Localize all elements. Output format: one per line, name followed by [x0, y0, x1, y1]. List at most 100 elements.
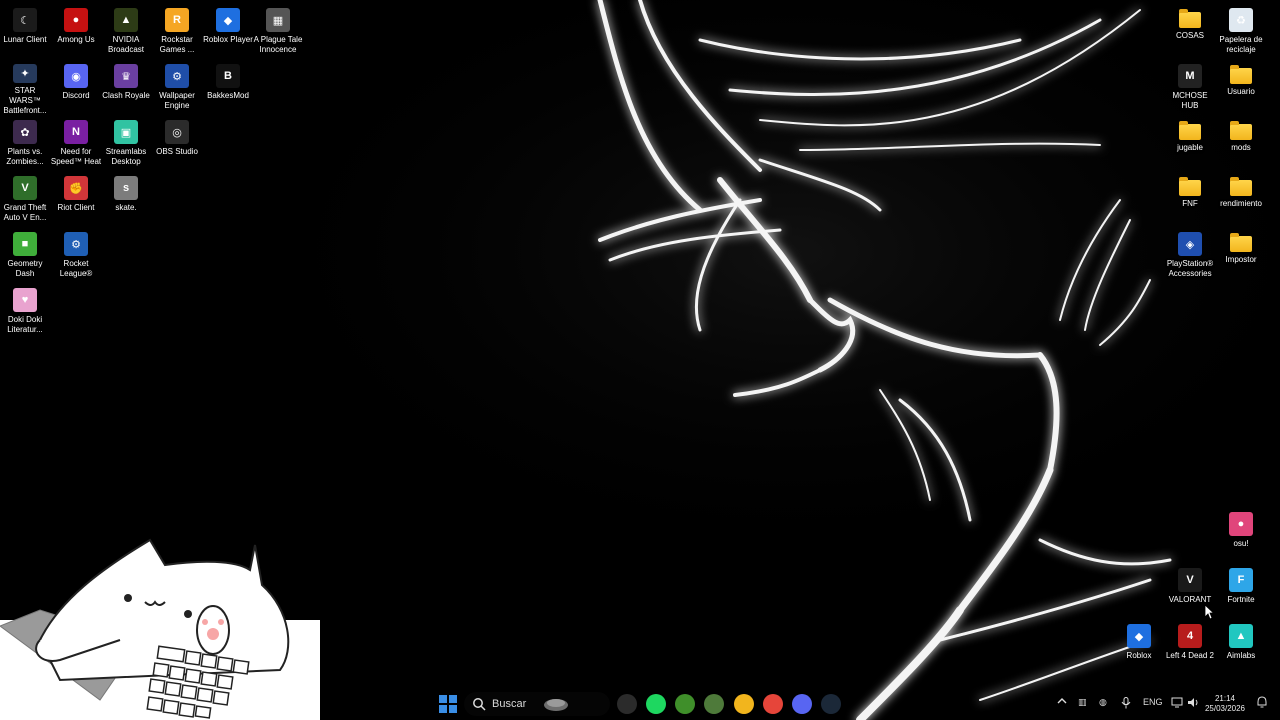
desktop-icon[interactable]: ▲ Aimlabs: [1216, 620, 1266, 676]
volume-icon[interactable]: [1187, 697, 1199, 710]
obs-studio-icon: ◎: [165, 120, 189, 144]
rocket-league-icon: ⚙: [64, 232, 88, 256]
desktop-icon[interactable]: ♥ Doki Doki Literatur...: [0, 284, 50, 340]
desktop-icon[interactable]: ♛ Clash Royale: [101, 60, 151, 116]
desktop-icon[interactable]: ▦ A Plague Tale Innocence: [253, 4, 303, 60]
desktop-icon[interactable]: ✊ Riot Client: [51, 172, 101, 228]
show-hidden-icons-chevron-icon[interactable]: [1057, 696, 1067, 708]
desktop-icon-label: mods: [1231, 143, 1251, 152]
desktop-icon-label: Plants vs. Zombies...: [6, 147, 44, 166]
desktop-icon[interactable]: rendimiento: [1216, 172, 1266, 228]
taskbar-search-box[interactable]: Buscar: [464, 692, 610, 716]
desktop-icon[interactable]: ◉ Discord: [51, 60, 101, 116]
desktop-icon[interactable]: F Fortnite: [1216, 564, 1266, 620]
skate-icon: s: [114, 176, 138, 200]
search-highlight-icon: [544, 699, 569, 711]
folder-icon: [1179, 177, 1201, 196]
desktop-icon-label: PlayStation® Accessories: [1166, 259, 1214, 278]
desktop-icon-label: Left 4 Dead 2: [1165, 651, 1215, 660]
riot-tray-icon[interactable]: ◍: [1099, 697, 1107, 708]
desktop-icon[interactable]: Usuario: [1216, 60, 1266, 116]
desktop-icon[interactable]: ♻ Papelera de reciclaje: [1216, 4, 1266, 60]
desktop-icon[interactable]: ✿ Plants vs. Zombies...: [0, 116, 50, 172]
clock-time: 21:14: [1214, 694, 1236, 703]
desktop-icon[interactable]: ◆ Roblox Player: [203, 4, 253, 60]
desktop-icon[interactable]: 4 Left 4 Dead 2: [1165, 620, 1215, 676]
start-button[interactable]: [438, 694, 458, 714]
desktop-icon-label: skate.: [115, 203, 137, 212]
desktop-icon[interactable]: FNF: [1165, 172, 1215, 228]
desktop-icon[interactable]: Impostor: [1216, 228, 1266, 284]
among-us-icon: ●: [64, 8, 88, 32]
discord-icon[interactable]: [792, 694, 812, 714]
left-4-dead-2-icon: 4: [1178, 624, 1202, 648]
minecraft-icon[interactable]: [675, 694, 695, 714]
desktop-icon-label: Need for Speed™ Heat: [50, 147, 102, 166]
desktop-icon[interactable]: M MCHOSE HUB: [1165, 60, 1215, 116]
desktop-icon-label: Doki Doki Literatur...: [7, 315, 43, 334]
plague-tale-icon: ▦: [266, 8, 290, 32]
desktop-icon[interactable]: V Grand Theft Auto V En...: [0, 172, 50, 228]
desktop-icon[interactable]: ⚙ Rocket League®: [51, 228, 101, 284]
desktop-icon[interactable]: ● osu!: [1216, 508, 1266, 564]
folder-icon: [1230, 177, 1252, 196]
desktop-icon[interactable]: ■ Geometry Dash: [0, 228, 50, 284]
tray-app-icon[interactable]: ▥: [1078, 697, 1087, 708]
desktop-icon-label: rendimiento: [1220, 199, 1262, 208]
desktop-icon[interactable]: ▲ NVIDIA Broadcast: [101, 4, 151, 60]
desktop-icon-label: Rockstar Games ...: [159, 35, 195, 54]
desktop-icon[interactable]: COSAS: [1165, 4, 1215, 60]
folder-icon: [1179, 121, 1201, 140]
steam-icon[interactable]: [821, 694, 841, 714]
desktop-icon-label: jugable: [1177, 143, 1203, 152]
gallery-icon[interactable]: [704, 694, 724, 714]
desktop-icon[interactable]: R Rockstar Games ...: [152, 4, 202, 60]
desktop-icon-label: Aimlabs: [1226, 651, 1256, 660]
obs-studio-icon[interactable]: [617, 694, 637, 714]
spotify-icon[interactable]: [646, 694, 666, 714]
desktop-icon-label: Grand Theft Auto V En...: [3, 203, 47, 222]
desktop-icon-label: Lunar Client: [3, 35, 47, 44]
input-language-indicator[interactable]: ENG: [1143, 697, 1163, 707]
doki-doki-icon: ♥: [13, 288, 37, 312]
mchose-hub-icon: M: [1178, 64, 1202, 88]
desktop-icon-label: FNF: [1182, 199, 1198, 208]
bongo-cat-overlay: [0, 538, 320, 720]
chrome-icon[interactable]: [763, 694, 783, 714]
desktop-icon[interactable]: N Need for Speed™ Heat: [51, 116, 101, 172]
windows-logo-icon: [439, 695, 457, 713]
desktop-icon-label: Impostor: [1225, 255, 1257, 264]
rockstar-games-icon: R: [165, 8, 189, 32]
notification-icon[interactable]: [1256, 696, 1268, 710]
desktop-icon[interactable]: ▣ Streamlabs Desktop: [101, 116, 151, 172]
desktop-icon[interactable]: jugable: [1165, 116, 1215, 172]
desktop-icon[interactable]: B BakkesMod: [203, 60, 253, 116]
desktop-icon[interactable]: ☾ Lunar Client: [0, 4, 50, 60]
desktop-icon[interactable]: ◈ PlayStation® Accessories: [1165, 228, 1215, 284]
desktop-icon-label: Roblox Player: [203, 35, 253, 44]
desktop-icon-label: Geometry Dash: [7, 259, 43, 278]
desktop-icon-label: Riot Client: [57, 203, 95, 212]
desktop-icon[interactable]: ◎ OBS Studio: [152, 116, 202, 172]
folder-icon: [1230, 121, 1252, 140]
desktop-icon[interactable]: s skate.: [101, 172, 151, 228]
desktop-icon[interactable]: ✦ STAR WARS™ Battlefront...: [0, 60, 50, 116]
desktop-icon-label: Papelera de reciclaje: [1219, 35, 1263, 54]
desktop-icon[interactable]: ⚙ Wallpaper Engine: [152, 60, 202, 116]
desktop-icon-label: Wallpaper Engine: [159, 91, 195, 110]
desktop-icon-label: MCHOSE HUB: [1172, 91, 1208, 110]
taskbar-clock[interactable]: 21:14 25/03/2026: [1202, 694, 1248, 714]
desktop-icon-label: Discord: [62, 91, 90, 100]
file-explorer-icon[interactable]: [734, 694, 754, 714]
desktop-icon[interactable]: ● Among Us: [51, 4, 101, 60]
desktop-icon-label: NVIDIA Broadcast: [107, 35, 145, 54]
microphone-icon[interactable]: [1121, 697, 1131, 711]
aimlabs-icon: ▲: [1229, 624, 1253, 648]
desktop-icon[interactable]: ◆ Roblox: [1114, 620, 1164, 676]
valorant-icon: V: [1178, 568, 1202, 592]
network-icon[interactable]: [1171, 697, 1183, 710]
streamlabs-desktop-icon: ▣: [114, 120, 138, 144]
gta-v-icon: V: [13, 176, 37, 200]
desktop-icon[interactable]: mods: [1216, 116, 1266, 172]
roblox-icon: ◆: [1127, 624, 1151, 648]
